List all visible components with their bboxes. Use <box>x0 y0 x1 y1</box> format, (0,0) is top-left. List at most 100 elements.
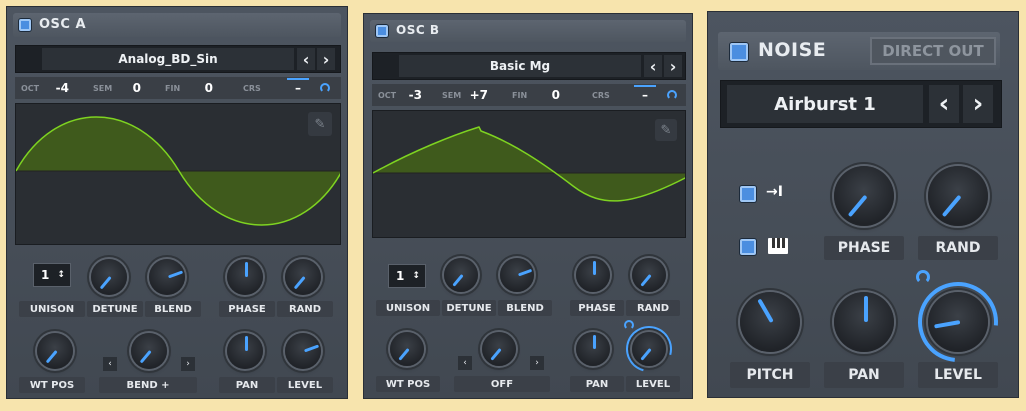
osc-b-param-row: OCT -3 SEM +7 FIN 0 CRS – <box>372 84 686 106</box>
osc-b-unison-label: UNISON <box>376 300 440 316</box>
osc-a-preset-name[interactable]: Analog_BD_Sin <box>42 48 294 70</box>
osc-b-pan-knob[interactable] <box>576 332 610 366</box>
noise-direct-out-button[interactable]: DIRECT OUT <box>870 37 996 65</box>
osc-b-detune-label: DETUNE <box>442 300 496 316</box>
osc-a-edit-wavetable-icon[interactable]: ✎ <box>308 112 332 136</box>
noise-prev-preset-button[interactable]: ‹ <box>929 85 959 123</box>
osc-a-rand-knob[interactable] <box>285 259 321 295</box>
osc-a-blend-knob[interactable] <box>149 259 185 295</box>
noise-preset-bar: Airburst 1 ‹ › <box>720 80 1002 128</box>
noise-rand-label: RAND <box>918 236 998 260</box>
noise-retrigger-checkbox[interactable] <box>740 239 756 255</box>
osc-a-sem-value[interactable]: 0 <box>111 81 141 95</box>
osc-b-crs-label: CRS <box>592 91 610 100</box>
noise-pan-knob[interactable] <box>834 292 894 352</box>
noise-rand-knob[interactable] <box>928 166 988 226</box>
osc-a-wtpos-label: WT POS <box>19 377 85 393</box>
osc-b-rand-knob[interactable] <box>632 258 666 292</box>
osc-a-pan-label: PAN <box>219 377 275 393</box>
osc-b-preset-name[interactable]: Basic Mg <box>399 55 641 77</box>
osc-b-blend-knob[interactable] <box>500 258 534 292</box>
osc-a-crs-indicator <box>287 78 309 80</box>
osc-a-detune-label: DETUNE <box>87 301 143 317</box>
noise-enable-checkbox[interactable] <box>730 43 748 61</box>
noise-keytrack-checkbox[interactable] <box>740 186 756 202</box>
osc-a-header: OSC A <box>13 13 341 37</box>
osc-b-oct-value[interactable]: -3 <box>392 88 422 102</box>
noise-phase-knob[interactable] <box>834 166 894 226</box>
osc-a-rand-label: RAND <box>277 301 333 317</box>
osc-a-crs-label: CRS <box>243 84 261 93</box>
osc-b-pan-label: PAN <box>570 376 624 392</box>
osc-b-warp-prev-button[interactable]: ‹ <box>458 356 472 370</box>
osc-b-blend-label: BLEND <box>498 300 552 316</box>
noise-phase-label: PHASE <box>824 236 904 260</box>
osc-a-link-icon[interactable] <box>320 83 330 93</box>
osc-a-enable-checkbox[interactable] <box>19 19 31 31</box>
noise-header: NOISE DIRECT OUT <box>718 32 1000 70</box>
osc-b-waveform-display[interactable]: ✎ <box>372 110 686 238</box>
osc-b-next-preset-button[interactable]: › <box>664 55 682 77</box>
noise-preset-name[interactable]: Airburst 1 <box>727 85 923 123</box>
osc-b-level-mod-icon[interactable] <box>624 320 634 330</box>
osc-b-link-icon[interactable] <box>667 90 677 100</box>
osc-b-fin-value[interactable]: 0 <box>530 88 560 102</box>
osc-b-title: OSC B <box>396 23 440 37</box>
osc-b-crs-value[interactable]: – <box>618 88 648 102</box>
osc-a-oct-value[interactable]: -4 <box>39 81 69 95</box>
osc-b-sem-value[interactable]: +7 <box>458 88 488 102</box>
piano-keys-icon <box>768 238 788 254</box>
noise-next-preset-button[interactable]: › <box>963 85 993 123</box>
osc-a-unison-label: UNISON <box>19 301 85 317</box>
osc-b-edit-wavetable-icon[interactable]: ✎ <box>655 119 677 141</box>
osc-b-warp-mode-label[interactable]: OFF <box>454 376 550 392</box>
osc-b-level-label: LEVEL <box>626 376 680 392</box>
osc-a-fin-label: FIN <box>165 84 181 93</box>
osc-b-unison-stepper[interactable]: 1 ↕ <box>388 264 426 288</box>
keytrack-icon: →I <box>766 184 783 200</box>
osc-a-oct-label: OCT <box>21 84 40 93</box>
osc-a-crs-value[interactable]: – <box>271 81 301 95</box>
osc-a-level-label: LEVEL <box>277 377 333 393</box>
osc-b-enable-checkbox[interactable] <box>376 25 388 37</box>
spin-arrows-icon: ↕ <box>57 270 65 280</box>
osc-a-level-knob[interactable] <box>285 333 321 369</box>
osc-b-rand-label: RAND <box>626 300 680 316</box>
osc-a-detune-knob[interactable] <box>91 259 127 295</box>
osc-a-waveform-display[interactable]: ✎ <box>15 103 341 245</box>
osc-a-pan-knob[interactable] <box>227 333 263 369</box>
osc-a-prev-preset-button[interactable]: ‹ <box>297 48 315 70</box>
osc-a-warp-mode-label[interactable]: BEND + <box>99 377 197 393</box>
osc-a-sem-label: SEM <box>93 84 113 93</box>
osc-a-phase-knob[interactable] <box>227 259 263 295</box>
osc-b-level-knob[interactable] <box>632 332 666 366</box>
osc-a-warp-prev-button[interactable]: ‹ <box>103 357 117 371</box>
noise-panel: NOISE DIRECT OUT Airburst 1 ‹ › →I PHASE… <box>707 11 1019 398</box>
osc-b-unison-value: 1 <box>396 269 405 283</box>
osc-a-wtpos-knob[interactable] <box>37 333 73 369</box>
osc-b-phase-label: PHASE <box>570 300 624 316</box>
osc-a-unison-stepper[interactable]: 1 ↕ <box>33 263 71 287</box>
noise-level-knob[interactable] <box>928 292 988 352</box>
osc-b-wtpos-label: WT POS <box>376 376 440 392</box>
noise-level-mod-icon[interactable] <box>916 270 930 284</box>
osc-b-fin-label: FIN <box>512 91 528 100</box>
noise-pitch-knob[interactable] <box>740 292 800 352</box>
osc-a-warp-knob[interactable] <box>131 333 167 369</box>
osc-b-phase-knob[interactable] <box>576 258 610 292</box>
noise-pan-label: PAN <box>824 362 904 388</box>
osc-a-fin-value[interactable]: 0 <box>183 81 213 95</box>
osc-b-warp-knob[interactable] <box>482 332 516 366</box>
osc-b-prev-preset-button[interactable]: ‹ <box>644 55 662 77</box>
osc-a-phase-label: PHASE <box>219 301 275 317</box>
noise-level-label: LEVEL <box>918 362 998 388</box>
osc-b-preset-bar: Basic Mg ‹ › <box>372 52 686 80</box>
osc-b-warp-next-button[interactable]: › <box>530 356 544 370</box>
noise-title: NOISE <box>758 39 827 61</box>
osc-b-detune-knob[interactable] <box>444 258 478 292</box>
osc-a-next-preset-button[interactable]: › <box>317 48 335 70</box>
osc-a-warp-next-button[interactable]: › <box>181 357 195 371</box>
osc-b-wtpos-knob[interactable] <box>390 332 424 366</box>
osc-b-waveform <box>373 126 685 202</box>
osc-a-preset-bar: Analog_BD_Sin ‹ › <box>15 45 341 73</box>
